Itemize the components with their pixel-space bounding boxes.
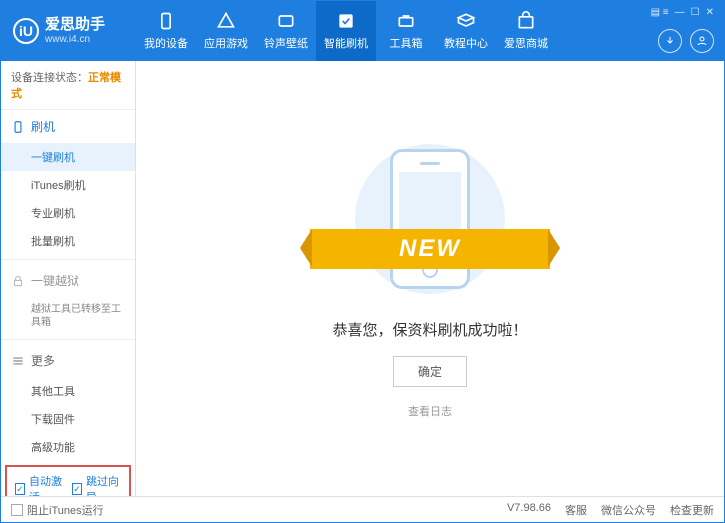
nav-my-device[interactable]: 我的设备	[136, 1, 196, 61]
window-controls: ▤ ≡ — ☐ ✕	[651, 7, 714, 18]
nav-smart-flash[interactable]: 智能刷机	[316, 1, 376, 61]
sidebar-item-pro-flash[interactable]: 专业刷机	[1, 199, 135, 227]
footer-right: V7.98.66 客服 微信公众号 检查更新	[507, 502, 714, 518]
sidebar-label: 一键越狱	[31, 272, 79, 289]
nav-label: 工具箱	[390, 35, 423, 51]
check-auto-activate[interactable]: ✓ 自动激活	[15, 473, 64, 496]
view-log-link[interactable]: 查看日志	[408, 403, 452, 419]
maximize-icon[interactable]: ☐	[691, 7, 700, 18]
sidebar-head-flash[interactable]: 刷机	[1, 110, 135, 143]
checkbox-icon	[11, 504, 23, 516]
menu-icon[interactable]: ▤ ≡	[651, 7, 669, 18]
sidebar: 设备连接状态：正常模式 刷机 一键刷机 iTunes刷机 专业刷机 批量刷机 一…	[1, 61, 136, 496]
menu-icon	[11, 354, 25, 368]
confirm-button[interactable]: 确定	[393, 356, 467, 387]
sidebar-item-batch-flash[interactable]: 批量刷机	[1, 227, 135, 255]
footer-link-service[interactable]: 客服	[565, 502, 587, 518]
titlebar-circle-buttons	[658, 29, 714, 53]
sidebar-item-other-tools[interactable]: 其他工具	[1, 377, 135, 405]
logo-subtitle: www.i4.cn	[45, 34, 105, 45]
sidebar-item-onekey-flash[interactable]: 一键刷机	[1, 143, 135, 171]
check-label: 跳过向导	[86, 473, 121, 496]
footer-left: 阻止iTunes运行	[11, 502, 104, 518]
nav-store[interactable]: 爱思商城	[496, 1, 556, 61]
status-label: 设备连接状态：	[11, 72, 88, 84]
logo-icon: iU	[13, 18, 39, 44]
body: 设备连接状态：正常模式 刷机 一键刷机 iTunes刷机 专业刷机 批量刷机 一…	[1, 61, 724, 496]
lock-icon	[11, 274, 25, 288]
nav-label: 爱思商城	[504, 35, 548, 51]
checkbox-icon: ✓	[15, 483, 25, 495]
sidebar-item-advanced[interactable]: 高级功能	[1, 433, 135, 461]
check-label: 自动激活	[29, 473, 64, 496]
nav-label: 我的设备	[144, 35, 188, 51]
check-skip-setup[interactable]: ✓ 跳过向导	[72, 473, 121, 496]
sidebar-item-itunes-flash[interactable]: iTunes刷机	[1, 171, 135, 199]
phone-icon	[11, 120, 25, 134]
user-icon[interactable]	[690, 29, 714, 53]
nav-label: 铃声壁纸	[264, 35, 308, 51]
nav-label: 应用游戏	[204, 35, 248, 51]
sidebar-head-more[interactable]: 更多	[1, 344, 135, 377]
close-icon[interactable]: ✕	[706, 7, 714, 18]
check-block-itunes[interactable]: 阻止iTunes运行	[11, 502, 104, 518]
checkbox-icon: ✓	[72, 483, 82, 495]
footer: 阻止iTunes运行 V7.98.66 客服 微信公众号 检查更新	[1, 496, 724, 522]
sidebar-label: 刷机	[31, 118, 55, 135]
footer-link-wechat[interactable]: 微信公众号	[601, 502, 656, 518]
minimize-icon[interactable]: —	[675, 7, 685, 18]
app-window: iU 爱思助手 www.i4.cn 我的设备 应用游戏 铃声壁纸 智能刷机 工具…	[0, 0, 725, 523]
sidebar-head-jailbreak[interactable]: 一键越狱	[1, 264, 135, 297]
download-icon[interactable]	[658, 29, 682, 53]
nav-label: 智能刷机	[324, 35, 368, 51]
nav-toolbox[interactable]: 工具箱	[376, 1, 436, 61]
new-banner: NEW	[310, 229, 550, 269]
titlebar: iU 爱思助手 www.i4.cn 我的设备 应用游戏 铃声壁纸 智能刷机 工具…	[1, 1, 724, 61]
nav-ringtones[interactable]: 铃声壁纸	[256, 1, 316, 61]
sidebar-checks-highlight: ✓ 自动激活 ✓ 跳过向导	[5, 465, 131, 496]
main-content: NEW 恭喜您，保资料刷机成功啦！ 确定 查看日志	[136, 61, 724, 496]
check-label: 阻止iTunes运行	[27, 502, 104, 518]
version-label: V7.98.66	[507, 502, 551, 518]
main-nav: 我的设备 应用游戏 铃声壁纸 智能刷机 工具箱 教程中心 爱思商城	[136, 1, 724, 61]
footer-link-update[interactable]: 检查更新	[670, 502, 714, 518]
nav-label: 教程中心	[444, 35, 488, 51]
logo-title: 爱思助手	[45, 17, 105, 34]
connection-status: 设备连接状态：正常模式	[1, 61, 135, 110]
sidebar-item-download-firmware[interactable]: 下载固件	[1, 405, 135, 433]
nav-tutorials[interactable]: 教程中心	[436, 1, 496, 61]
success-message: 恭喜您，保资料刷机成功啦！	[332, 319, 527, 340]
success-illustration: NEW	[340, 139, 520, 299]
logo-area: iU 爱思助手 www.i4.cn	[1, 17, 136, 45]
nav-apps-games[interactable]: 应用游戏	[196, 1, 256, 61]
jailbreak-note: 越狱工具已转移至工具箱	[1, 297, 135, 335]
sidebar-label: 更多	[31, 352, 55, 369]
